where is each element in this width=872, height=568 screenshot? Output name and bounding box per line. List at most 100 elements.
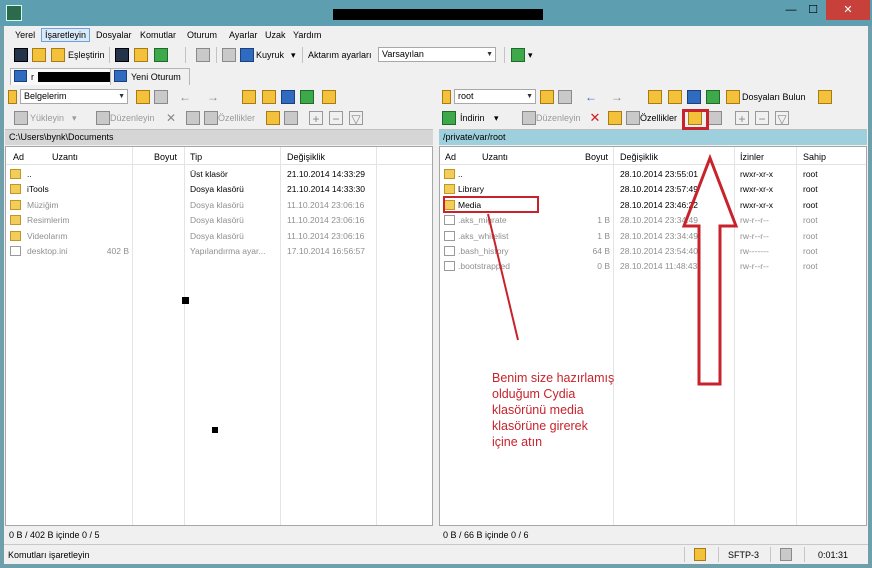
menu-settings[interactable]: Ayarlar — [226, 28, 260, 42]
file-row[interactable]: .aks_migrate 1 B 28.10.2014 23:34:49 rw-r--… — [440, 213, 866, 228]
file-row[interactable]: Resimlerim Dosya klasörü 11.10.2014 23:06:… — [6, 213, 432, 228]
menu-remote[interactable]: Uzak — [262, 28, 289, 42]
grid-icon[interactable] — [14, 48, 28, 62]
edit-button[interactable]: Düzenleyin — [536, 111, 581, 125]
download-icon[interactable] — [442, 111, 456, 125]
col-type[interactable]: Tip — [190, 152, 202, 162]
remote-location-select[interactable]: root ▼ — [454, 89, 536, 104]
sync-browse-icon[interactable] — [154, 48, 168, 62]
properties-button[interactable]: Özellikler — [218, 111, 255, 125]
col-name[interactable]: Ad — [13, 152, 24, 162]
col-owner[interactable]: Sahip — [803, 152, 826, 162]
new-folder-icon[interactable] — [266, 111, 280, 125]
parent-folder-icon[interactable] — [242, 90, 256, 104]
file-row[interactable]: .aks_whitelist 1 B 28.10.2014 23:34:49 rw-r… — [440, 229, 866, 244]
forward-arrow-icon[interactable]: → — [206, 90, 220, 104]
col-ext[interactable]: Uzantı — [52, 152, 78, 162]
col-name[interactable]: Ad — [445, 152, 456, 162]
col-perms[interactable]: İzinler — [740, 152, 764, 162]
parent-folder-icon[interactable] — [648, 90, 662, 104]
root-folder-icon[interactable] — [668, 90, 682, 104]
filter-icon[interactable] — [558, 90, 572, 104]
col-ext[interactable]: Uzantı — [482, 152, 508, 162]
root-folder-icon[interactable] — [262, 90, 276, 104]
file-row[interactable]: Videolarım Dosya klasörü 11.10.2014 23:06:… — [6, 229, 432, 244]
sync-icon[interactable] — [51, 48, 65, 62]
session-options-dropdown-icon[interactable]: ▾ — [528, 48, 533, 62]
deselect-icon[interactable]: − — [329, 111, 343, 126]
edit-button[interactable]: Düzenleyin — [110, 111, 155, 125]
find-extra-icon[interactable] — [818, 90, 832, 104]
queue-stop-icon[interactable] — [222, 48, 236, 62]
filter-select-icon[interactable]: ▽ — [775, 111, 789, 126]
queue-dropdown-icon[interactable]: ▾ — [291, 48, 296, 62]
file-row[interactable]: .. 28.10.2014 23:55:01 rwxr-xr-x root — [440, 167, 866, 182]
upload-icon[interactable] — [14, 111, 28, 125]
properties-icon[interactable] — [626, 111, 640, 125]
refresh-icon[interactable] — [706, 90, 720, 104]
download-dropdown-icon[interactable]: ▾ — [494, 111, 499, 125]
rename-icon[interactable] — [608, 111, 622, 125]
forward-arrow-icon[interactable]: → — [610, 90, 624, 104]
col-size[interactable]: Boyut — [154, 152, 177, 162]
queue-button[interactable]: Kuyruk — [256, 48, 284, 62]
col-modified[interactable]: Değişiklik — [287, 152, 325, 162]
file-row[interactable]: .bash_history 64 B 28.10.2014 23:54:40 rw--… — [440, 244, 866, 259]
download-button[interactable]: İndirin — [460, 111, 485, 125]
open-folder-icon[interactable] — [540, 90, 554, 104]
select-all-icon[interactable]: + — [735, 111, 749, 126]
session-options-icon[interactable] — [511, 48, 525, 62]
delete-icon[interactable]: ✕ — [588, 111, 602, 125]
col-size[interactable]: Boyut — [585, 152, 608, 162]
terminal-icon[interactable] — [115, 48, 129, 62]
menu-commands[interactable]: Komutlar — [137, 28, 179, 42]
tab-session-current[interactable]: r — [10, 68, 118, 85]
file-row[interactable]: desktop.ini 402 B Yapılandırma ayar... 17.1… — [6, 244, 432, 259]
tab-new-session[interactable]: Yeni Oturum — [110, 68, 190, 85]
local-location-select[interactable]: Belgelerim ▼ — [20, 89, 128, 104]
minimize-button[interactable]: — — [780, 0, 802, 20]
home-icon[interactable] — [281, 90, 295, 104]
transfer-settings-select[interactable]: Varsayılan ▼ — [378, 47, 496, 62]
filter-icon[interactable] — [154, 90, 168, 104]
find-files-icon[interactable] — [726, 90, 740, 104]
find-files-button[interactable]: Dosyaları Bulun — [742, 90, 806, 104]
rename-icon[interactable] — [186, 111, 200, 125]
col-modified[interactable]: Değişiklik — [620, 152, 658, 162]
menu-session[interactable]: Oturum — [184, 28, 220, 42]
menu-local[interactable]: Yerel — [12, 28, 38, 42]
close-button[interactable]: ✕ — [826, 0, 870, 20]
queue-icon[interactable] — [240, 48, 254, 62]
refresh-icon[interactable] — [300, 90, 314, 104]
delete-icon[interactable]: ✕ — [164, 111, 178, 125]
back-arrow-icon[interactable]: ← — [584, 90, 598, 104]
filter-select-icon[interactable]: ▽ — [349, 111, 363, 126]
file-row[interactable]: iTools Dosya klasörü 21.10.2014 14:33:30 — [6, 182, 432, 197]
compare-icon[interactable] — [32, 48, 46, 62]
back-arrow-icon[interactable]: ← — [178, 90, 192, 104]
new-file-icon[interactable] — [284, 111, 298, 125]
upload-dropdown-icon[interactable]: ▾ — [72, 111, 77, 125]
gear-icon[interactable] — [196, 48, 210, 62]
properties-button[interactable]: Özellikler — [640, 111, 677, 125]
file-row[interactable]: .bootstrapped 0 B 28.10.2014 11:48:43 rw-r-… — [440, 259, 866, 274]
properties-icon[interactable] — [204, 111, 218, 125]
open-folder-icon[interactable] — [136, 90, 150, 104]
menu-help[interactable]: Yardım — [290, 28, 324, 42]
local-file-list[interactable]: Ad Uzantı Boyut Tip Değişiklik .. Üst kla… — [5, 146, 433, 526]
sync-button[interactable]: Eşleştirin — [68, 48, 105, 62]
putty-icon[interactable] — [134, 48, 148, 62]
select-all-icon[interactable]: + — [309, 111, 323, 126]
menu-files[interactable]: Dosyalar — [93, 28, 135, 42]
menu-mark[interactable]: İşaretleyin — [41, 28, 91, 42]
deselect-icon[interactable]: − — [755, 111, 769, 126]
home-icon[interactable] — [687, 90, 701, 104]
edit-icon[interactable] — [96, 111, 110, 125]
find-icon[interactable] — [322, 90, 336, 104]
new-file-icon[interactable] — [708, 111, 722, 125]
maximize-button[interactable]: ☐ — [802, 0, 824, 20]
edit-icon[interactable] — [522, 111, 536, 125]
file-row[interactable]: .. Üst klasör 21.10.2014 14:33:29 — [6, 167, 432, 182]
upload-button[interactable]: Yükleyin — [30, 111, 64, 125]
file-row[interactable]: Müziğim Dosya klasörü 11.10.2014 23:06:16 — [6, 198, 432, 213]
